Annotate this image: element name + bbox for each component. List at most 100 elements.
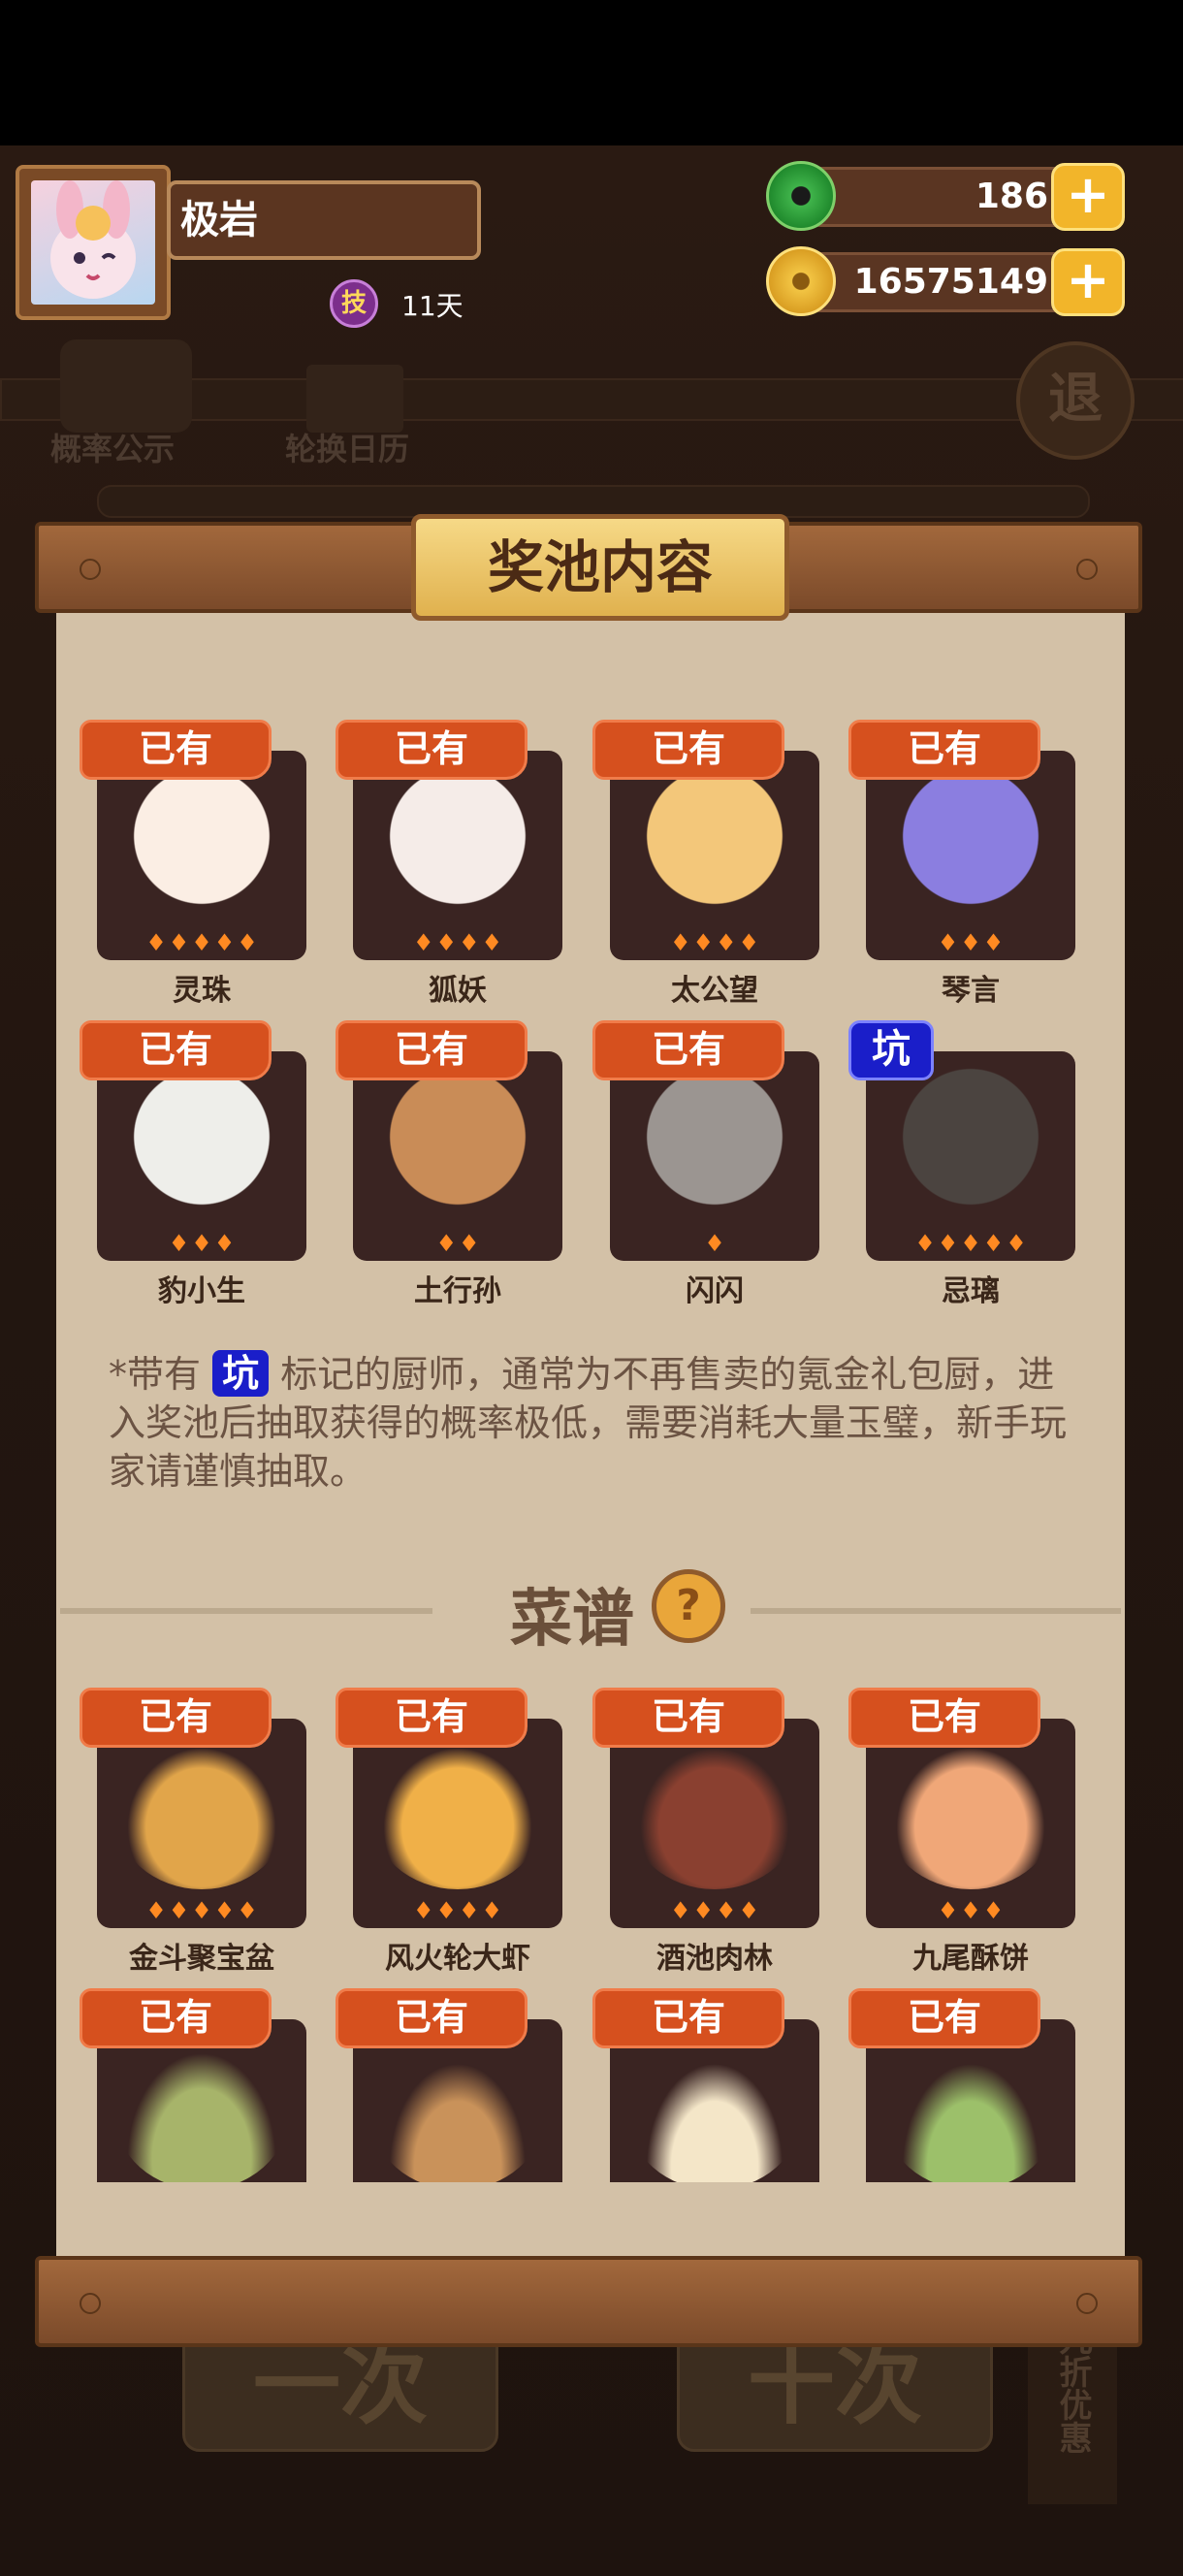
add-coin-button[interactable]: + <box>1051 248 1125 316</box>
flame-icon: ♦ <box>960 1230 981 1257</box>
keng-tag: 坑 <box>212 1350 270 1397</box>
owned-badge: 已有 <box>336 1988 528 2048</box>
star-rating: ♦♦♦♦ <box>610 1897 819 1924</box>
flame-icon: ♦ <box>716 929 737 956</box>
recipe-card[interactable]: ♦♦♦♦♦ <box>97 1719 306 1928</box>
add-jade-button[interactable]: + <box>1051 163 1125 231</box>
chef-card[interactable]: ♦♦♦♦♦ <box>97 751 306 960</box>
star-rating: ♦♦♦ <box>97 1230 306 1257</box>
flame-icon: ♦ <box>481 929 503 956</box>
flame-icon: ♦ <box>937 1897 959 1924</box>
owned-badge: 已有 <box>80 1688 272 1748</box>
star-rating: ♦♦♦♦ <box>610 929 819 956</box>
chef-card[interactable]: ♦♦♦ <box>866 751 1075 960</box>
flame-icon: ♦ <box>191 1897 212 1924</box>
avatar[interactable] <box>16 165 171 320</box>
recipe-portrait <box>114 2035 289 2190</box>
recipe-card[interactable]: ♦♦♦♦ <box>610 1719 819 1928</box>
recipe-portrait <box>114 1734 289 1889</box>
chef-card[interactable]: ♦ <box>610 1051 819 1261</box>
chef-name: 灵珠 <box>173 974 231 1008</box>
probability-icon[interactable] <box>60 339 192 433</box>
player-name: 极岩 <box>167 180 481 260</box>
flame-icon: ♦ <box>191 1230 212 1257</box>
exit-button[interactable]: 退 <box>1016 341 1135 460</box>
help-icon[interactable]: ? <box>652 1569 725 1643</box>
flame-icon: ♦ <box>168 1897 190 1924</box>
flame-icon: ♦ <box>669 929 691 956</box>
recipe-name: 风火轮大虾 <box>385 1942 530 1976</box>
owned-badge: 已有 <box>592 1688 784 1748</box>
star-rating: ♦♦♦ <box>866 1897 1075 1924</box>
divider <box>751 1608 1121 1614</box>
recipe-name: 酒池肉林 <box>656 1942 773 1976</box>
flame-icon: ♦ <box>412 929 434 956</box>
chef-name: 忌璃 <box>942 1274 1000 1308</box>
skill-icon[interactable]: 技 <box>330 279 378 328</box>
owned-badge: 已有 <box>848 1988 1040 2048</box>
flame-icon: ♦ <box>669 1897 691 1924</box>
scene-banner <box>97 485 1090 518</box>
keng-note: *带有 坑 标记的厨师，通常为不再售卖的氪金礼包厨，进入奖池后抽取获得的概率极低… <box>109 1350 1074 1496</box>
chef-portrait <box>883 766 1058 921</box>
owned-badge: 已有 <box>80 720 272 780</box>
flame-icon: ♦ <box>168 929 190 956</box>
flame-icon: ♦ <box>692 1897 714 1924</box>
owned-badge: 已有 <box>80 1020 272 1080</box>
chef-portrait <box>114 1067 289 1222</box>
flame-icon: ♦ <box>213 1897 236 1924</box>
owned-badge: 已有 <box>336 1020 528 1080</box>
chef-portrait <box>370 766 545 921</box>
divider <box>60 1608 432 1614</box>
owned-badge: 已有 <box>592 720 784 780</box>
flame-icon: ♦ <box>937 1230 959 1257</box>
calendar-label[interactable]: 轮换日历 <box>285 425 409 469</box>
chef-card[interactable]: ♦♦ <box>353 1051 562 1261</box>
chef-name: 豹小生 <box>158 1274 245 1308</box>
flame-icon: ♦ <box>716 1897 737 1924</box>
status-bar-area <box>0 0 1183 145</box>
flame-icon: ♦ <box>237 1897 258 1924</box>
flame-icon: ♦ <box>692 929 714 956</box>
star-rating: ♦♦♦♦♦ <box>97 929 306 956</box>
flame-icon: ♦ <box>412 1897 434 1924</box>
recipe-portrait <box>627 1734 802 1889</box>
recipe-name: 金斗聚宝盆 <box>129 1942 274 1976</box>
coin-icon <box>766 246 836 316</box>
flame-icon: ♦ <box>1006 1230 1027 1257</box>
flame-icon: ♦ <box>191 929 212 956</box>
flame-icon: ♦ <box>459 1897 480 1924</box>
owned-badge: 已有 <box>592 1988 784 2048</box>
chef-card[interactable]: ♦♦♦♦ <box>610 751 819 960</box>
recipe-portrait <box>883 2035 1058 2190</box>
dialog-title: 奖池内容 <box>411 514 789 621</box>
flame-icon: ♦ <box>960 1897 981 1924</box>
recipe-section-title: 菜谱 <box>510 1584 634 1656</box>
skill-days: 11天 <box>401 290 464 322</box>
owned-badge: 已有 <box>336 1688 528 1748</box>
note-prefix: *带有 <box>109 1353 202 1396</box>
flame-icon: ♦ <box>145 929 167 956</box>
recipe-card[interactable]: ♦♦♦♦ <box>353 1719 562 1928</box>
flame-icon: ♦ <box>738 1897 760 1924</box>
paper-bottom-fade <box>56 2182 1125 2256</box>
chef-name: 土行孙 <box>414 1274 501 1308</box>
recipe-name: 九尾酥饼 <box>912 1942 1029 1976</box>
chef-portrait <box>883 1067 1058 1222</box>
flame-icon: ♦ <box>914 1230 936 1257</box>
keng-badge: 坑 <box>848 1020 934 1080</box>
chef-portrait <box>627 766 802 921</box>
calendar-icon[interactable] <box>306 365 403 433</box>
chef-card[interactable]: ♦♦♦♦♦ <box>866 1051 1075 1261</box>
flame-icon: ♦ <box>982 1897 1005 1924</box>
probability-label[interactable]: 概率公示 <box>50 425 175 469</box>
chef-card[interactable]: ♦♦♦ <box>97 1051 306 1261</box>
owned-badge: 已有 <box>80 1988 272 2048</box>
recipe-card[interactable]: ♦♦♦ <box>866 1719 1075 1928</box>
flame-icon: ♦ <box>435 1897 457 1924</box>
chef-card[interactable]: ♦♦♦♦ <box>353 751 562 960</box>
flame-icon: ♦ <box>459 929 480 956</box>
flame-icon: ♦ <box>213 1230 236 1257</box>
owned-badge: 已有 <box>336 720 528 780</box>
flame-icon: ♦ <box>481 1897 503 1924</box>
